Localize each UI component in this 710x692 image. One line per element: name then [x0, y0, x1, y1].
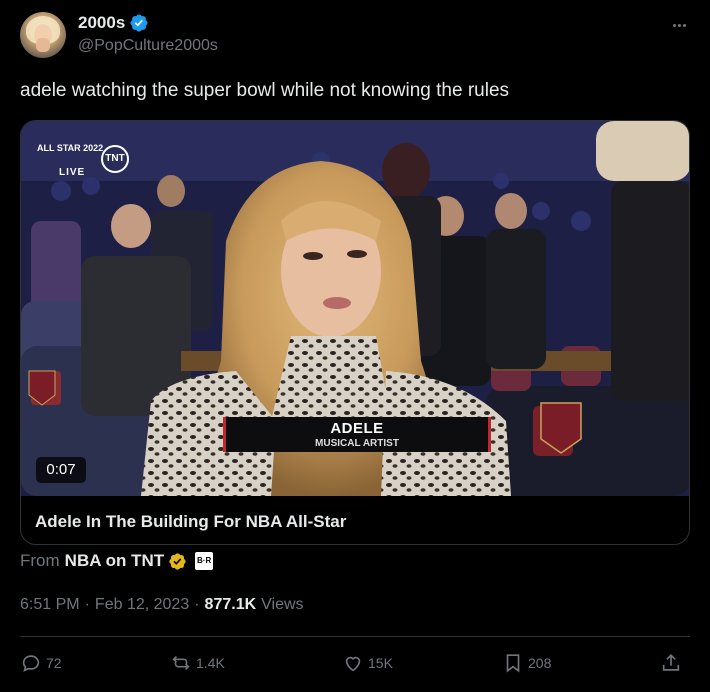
reply-icon: [22, 655, 40, 672]
views-label: Views: [261, 596, 304, 613]
tweet-time[interactable]: 6:51 PM: [20, 596, 80, 614]
like-count: 15K: [368, 655, 393, 671]
tweet-text: adele watching the super bowl while not …: [20, 80, 510, 101]
video-card[interactable]: ALL STAR 2022 TNT LIVE ADELE MUSICAL ART…: [20, 120, 690, 545]
more-options-icon[interactable]: [668, 14, 690, 36]
divider: [20, 636, 690, 637]
views-count: 877.1K: [204, 596, 257, 613]
repost-button[interactable]: 1.4K: [170, 652, 225, 674]
source-attribution: From NBA on TNT B·R: [20, 551, 214, 571]
tweet-meta: 6:51 PM · Feb 12, 2023 · 877.1K Views: [20, 596, 304, 614]
from-label: From: [20, 551, 60, 570]
meta-separator: ·: [194, 596, 200, 613]
video-duration-badge: 0:07: [36, 457, 86, 483]
video-player[interactable]: ALL STAR 2022 TNT LIVE ADELE MUSICAL ART…: [21, 121, 689, 496]
bookmark-icon: [506, 654, 520, 673]
reply-count: 72: [46, 655, 62, 671]
author-handle[interactable]: @PopCulture2000s: [78, 37, 218, 55]
lower-third-name: ADELE: [330, 420, 384, 437]
reply-button[interactable]: 72: [20, 652, 62, 674]
repost-count: 1.4K: [196, 655, 225, 671]
bookmark-button[interactable]: 208: [502, 652, 551, 674]
tnt-logo: TNT: [101, 145, 129, 173]
all-star-logo: ALL STAR 2022: [37, 143, 104, 153]
verified-badge-icon: [130, 14, 148, 32]
action-bar: 72 1.4K 15K 208: [20, 652, 690, 678]
lower-third: ADELE MUSICAL ARTIST: [223, 417, 491, 452]
broadcast-overlay: ALL STAR 2022 TNT LIVE: [37, 143, 137, 179]
source-account-link[interactable]: NBA on TNT: [65, 551, 164, 571]
avatar[interactable]: [20, 12, 66, 58]
verified-gold-badge-icon: [169, 552, 186, 570]
tweet-date[interactable]: Feb 12, 2023: [95, 596, 189, 614]
live-label: LIVE: [59, 167, 86, 178]
author-name[interactable]: 2000s: [78, 13, 125, 33]
like-button[interactable]: 15K: [342, 652, 393, 674]
tweet-header: 2000s @PopCulture2000s: [20, 12, 690, 64]
share-button[interactable]: [660, 652, 682, 674]
heart-icon: [345, 656, 361, 672]
repost-icon: [172, 655, 190, 671]
bookmark-count: 208: [528, 655, 552, 671]
meta-separator: ·: [84, 596, 90, 613]
video-title[interactable]: Adele In The Building For NBA All-Star: [35, 512, 346, 532]
br-affiliate-badge[interactable]: B·R: [195, 552, 214, 570]
lower-third-role: MUSICAL ARTIST: [315, 438, 399, 449]
share-icon: [662, 654, 680, 671]
